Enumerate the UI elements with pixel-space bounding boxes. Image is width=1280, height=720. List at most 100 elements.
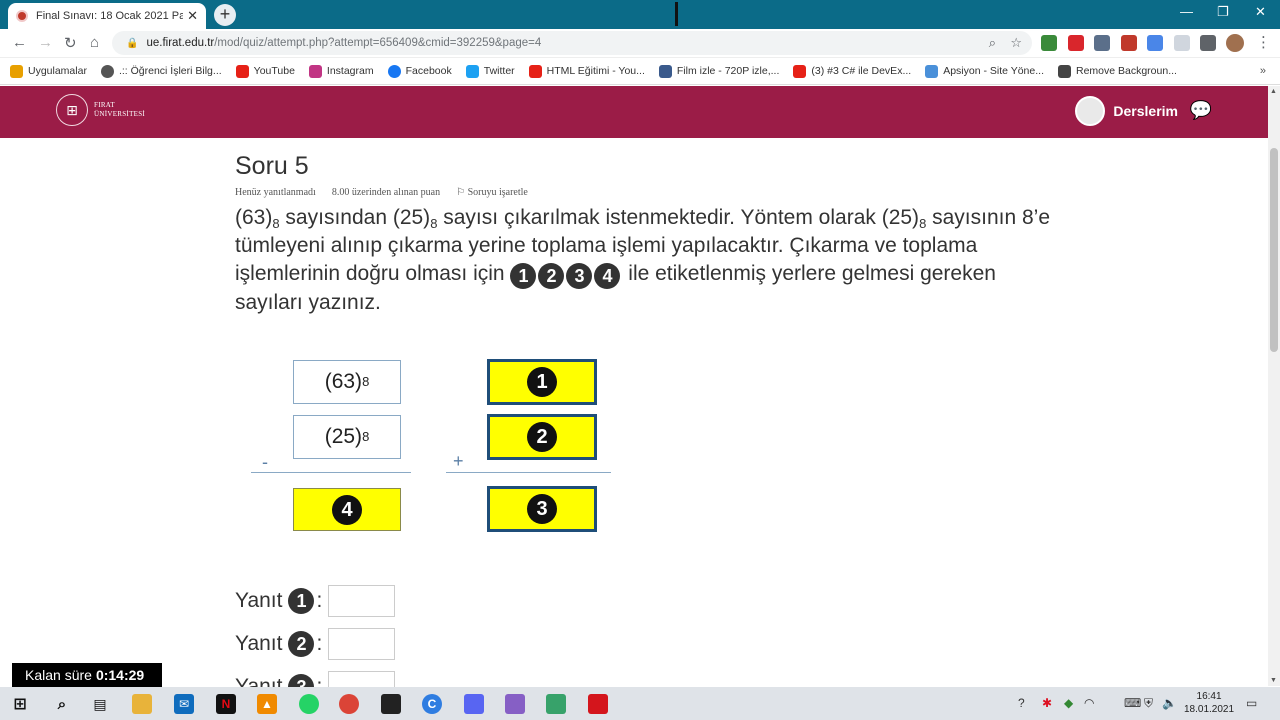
scrollbar-thumb[interactable] — [1270, 148, 1278, 352]
volume-icon[interactable]: 🔈 — [1162, 696, 1177, 710]
bookmark-item[interactable]: Instagram — [308, 64, 374, 78]
clock-date: 18.01.2021 — [1184, 704, 1235, 715]
user-menu[interactable]: Derslerim — [1075, 96, 1178, 126]
text-cursor-icon — [675, 2, 678, 26]
menu-dots-icon[interactable]: ⋮ — [1256, 33, 1271, 51]
tray-icon[interactable]: ◆ — [1064, 696, 1073, 710]
answer-1-input[interactable] — [328, 585, 396, 617]
twitter-icon — [465, 64, 479, 78]
bookmark-item[interactable]: HTML Eğitimi - You... — [528, 64, 645, 78]
label-4-badge: 4 — [594, 263, 621, 289]
windows-start-icon[interactable]: ⊞ — [10, 694, 30, 714]
help-icon[interactable]: ? — [1018, 696, 1025, 710]
search-icon[interactable]: ⌕ — [52, 694, 72, 714]
visual-studio-icon[interactable] — [505, 694, 525, 714]
app-icon[interactable]: C — [422, 694, 442, 714]
question-title: Soru 5 — [235, 152, 309, 180]
slot-3-box: 3 — [487, 486, 597, 532]
minimize-icon[interactable]: — — [1180, 4, 1193, 19]
bookmark-item[interactable]: Film izle - 720P izle,... — [658, 64, 779, 78]
answer-row: Yanıt 2 : — [235, 628, 396, 660]
extension-icon[interactable] — [1174, 35, 1190, 51]
remaining-time-timer: Kalan süre 0:14:29 — [12, 663, 162, 687]
netflix-icon[interactable]: N — [216, 694, 236, 714]
bookmark-item[interactable]: .:: Öğrenci İşleri Bilg... — [100, 64, 222, 78]
notifications-icon[interactable]: ▭ — [1246, 696, 1257, 710]
tray-icon[interactable]: ✱ — [1042, 696, 1052, 710]
home-icon[interactable]: ⌂ — [90, 34, 99, 51]
bookmark-item[interactable]: Apsiyon - Site Yöne... — [925, 64, 1044, 78]
question-status: Henüz yanıtlanmadı — [235, 187, 316, 198]
address-bar[interactable]: 🔒 ue.firat.edu.tr/mod/quiz/attempt.php?a… — [112, 31, 1032, 55]
bookmark-item[interactable]: Twitter — [465, 64, 515, 78]
label-3-badge: 3 — [527, 494, 557, 524]
mail-icon[interactable]: ✉ — [174, 694, 194, 714]
more-bookmarks-icon[interactable]: » — [1260, 65, 1266, 77]
answer-number-badge: 2 — [288, 631, 315, 657]
browser-toolbar: ← → ↻ ⌂ 🔒 ue.firat.edu.tr/mod/quiz/attem… — [0, 29, 1280, 58]
label-1-badge: 1 — [527, 367, 557, 397]
whatsapp-icon[interactable] — [299, 694, 319, 714]
keyboard-icon[interactable]: ⌨ — [1124, 696, 1141, 710]
wifi-icon[interactable]: ◠ — [1084, 696, 1094, 710]
vlc-icon[interactable]: ▲ — [257, 694, 277, 714]
extension-icon[interactable] — [1094, 35, 1110, 51]
forward-icon[interactable]: → — [38, 34, 53, 51]
url-path: /mod/quiz/attempt.php?attempt=656409&cmi… — [214, 37, 542, 49]
profile-avatar[interactable] — [1226, 34, 1244, 52]
lock-icon: 🔒 — [126, 37, 139, 49]
answer-row: Yanıt 1 : — [235, 585, 396, 617]
back-icon[interactable]: ← — [12, 34, 27, 51]
youtube-icon — [528, 64, 542, 78]
page-scrollbar[interactable]: ▲ ▼ — [1268, 86, 1280, 686]
bookmark-item[interactable]: (3) #3 C# ile DevEx... — [793, 64, 911, 78]
reload-icon[interactable]: ↻ — [64, 34, 77, 52]
answer-prefix: Yanıt — [235, 632, 283, 655]
security-icon[interactable]: ⛨ — [1144, 696, 1153, 711]
university-logo[interactable]: ⊞ FIRAT ÜNİVERSİTESİ — [56, 94, 145, 126]
window-close-icon[interactable]: ✕ — [1255, 4, 1266, 20]
bookmark-icon — [10, 64, 23, 78]
system-clock[interactable]: 16:41 18.01.2021 — [1184, 690, 1234, 716]
new-tab-button[interactable]: + — [214, 4, 236, 26]
slot-2-box: 2 — [487, 414, 597, 460]
chat-icon[interactable]: 💬 — [1190, 100, 1212, 121]
task-view-icon[interactable]: ▤ — [90, 694, 110, 714]
flag-question-link[interactable]: ⚐ Soruyu işaretle — [456, 187, 528, 198]
operand-63-box: (63) 8 — [293, 360, 401, 404]
app-icon[interactable] — [546, 694, 566, 714]
sticky-notes-icon[interactable] — [381, 694, 401, 714]
operand-25-box: (25) 8 — [293, 415, 401, 459]
translate-icon[interactable] — [1147, 35, 1163, 51]
question-points: 8.00 üzerinden alınan puan — [331, 187, 441, 198]
close-tab-icon[interactable]: ✕ — [187, 8, 198, 24]
browser-tab[interactable]: Final Sınavı: 18 Ocak 2021 Pazart ✕ — [8, 3, 206, 29]
bookmark-item[interactable]: Uygulamalar — [10, 64, 87, 78]
answer-prefix: Yanıt — [235, 589, 283, 612]
bookmark-star-icon[interactable]: ☆ — [1010, 35, 1022, 51]
slot-1-box: 1 — [487, 359, 597, 405]
avatar — [1075, 96, 1106, 126]
answer-number-badge: 1 — [288, 588, 315, 614]
extensions-puzzle-icon[interactable] — [1200, 35, 1216, 51]
acrobat-icon[interactable] — [588, 694, 608, 714]
label-2-badge: 2 — [538, 263, 565, 289]
tab-title: Final Sınavı: 18 Ocak 2021 Pazart — [36, 10, 184, 22]
extension-icon[interactable] — [1041, 35, 1057, 51]
bookmark-item[interactable]: Remove Backgroun... — [1057, 64, 1177, 78]
label-1-badge: 1 — [510, 263, 537, 289]
scroll-down-icon[interactable]: ▼ — [1270, 677, 1277, 684]
timer-label: Kalan süre — [25, 667, 92, 683]
scroll-up-icon[interactable]: ▲ — [1270, 88, 1277, 95]
answer-2-input[interactable] — [328, 628, 396, 660]
extension-icon[interactable] — [1121, 35, 1137, 51]
extension-icon[interactable] — [1068, 35, 1084, 51]
bookmark-item[interactable]: YouTube — [235, 64, 295, 78]
bookmark-item[interactable]: Facebook — [387, 64, 452, 78]
zoom-icon[interactable]: ⌕ — [989, 35, 996, 51]
file-explorer-icon[interactable] — [132, 694, 152, 714]
chrome-icon[interactable] — [339, 694, 359, 714]
discord-icon[interactable] — [464, 694, 484, 714]
university-seal-icon: ⊞ — [56, 94, 88, 126]
maximize-icon[interactable]: ❐ — [1217, 4, 1229, 20]
